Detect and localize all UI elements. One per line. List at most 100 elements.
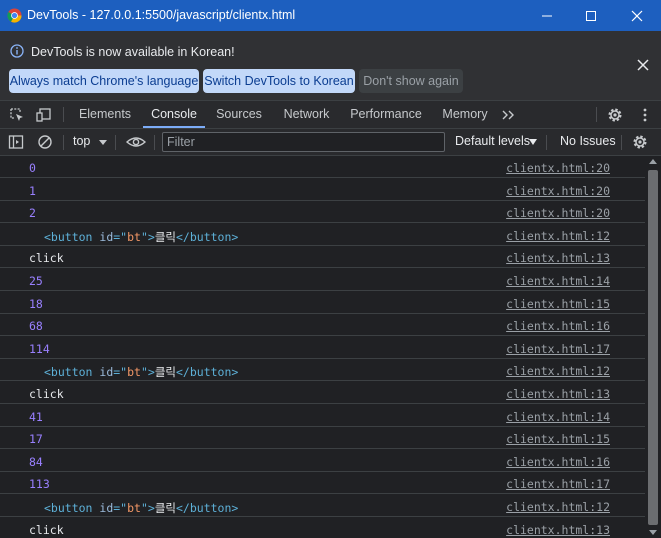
element-val: bt <box>127 501 141 515</box>
close-icon <box>631 10 643 22</box>
dont-show-again-button[interactable]: Don't show again <box>359 69 463 93</box>
source-link[interactable]: clientx.html:14 <box>506 410 610 424</box>
source-link[interactable]: clientx.html:14 <box>506 274 610 288</box>
element-eq: =" <box>113 365 128 379</box>
window-title: DevTools - 127.0.0.1:5500/javascript/cli… <box>27 8 296 22</box>
console-message: click clientx.html:13 <box>0 246 645 268</box>
settings-icon[interactable] <box>632 134 648 150</box>
always-match-language-button[interactable]: Always match Chrome's language <box>9 69 199 93</box>
source-link[interactable]: clientx.html:17 <box>506 477 610 491</box>
console-message-text: 84 <box>29 455 43 469</box>
console-message-text: 0 <box>29 161 36 175</box>
element-val: bt <box>127 365 141 379</box>
console-message-text: 68 <box>29 319 43 333</box>
toolbar-divider <box>154 135 155 150</box>
close-icon[interactable] <box>636 58 650 72</box>
chrome-logo-icon <box>7 8 22 23</box>
sidebar-toggle-icon[interactable] <box>8 134 24 150</box>
source-link[interactable]: clientx.html:20 <box>506 161 610 175</box>
element-tag-open: <button <box>44 501 100 515</box>
source-link[interactable]: clientx.html:13 <box>506 523 610 537</box>
console-message: 114 clientx.html:17 <box>0 337 645 359</box>
more-tabs-icon[interactable] <box>500 107 516 123</box>
source-link[interactable]: clientx.html:20 <box>506 206 610 220</box>
toolbar-divider <box>115 135 116 150</box>
source-link[interactable]: clientx.html:13 <box>506 251 610 265</box>
console-message: click clientx.html:13 <box>0 518 645 538</box>
tab-performance[interactable]: Performance <box>344 101 428 128</box>
source-link[interactable]: clientx.html:15 <box>506 297 610 311</box>
inspect-element-icon[interactable] <box>9 107 25 123</box>
element-reference[interactable]: <button id="bt">클릭</button> <box>44 229 238 245</box>
tab-sources[interactable]: Sources <box>210 101 268 128</box>
console-toolbar: top Default levels No Issues <box>0 129 661 156</box>
window-title-bar[interactable]: DevTools - 127.0.0.1:5500/javascript/cli… <box>0 0 661 31</box>
source-link[interactable]: clientx.html:17 <box>506 342 610 356</box>
source-link[interactable]: clientx.html:12 <box>506 229 610 243</box>
clear-console-icon[interactable] <box>37 134 53 150</box>
tab-elements[interactable]: Elements <box>72 101 138 128</box>
scroll-down-icon[interactable] <box>649 530 657 535</box>
device-toolbar-icon[interactable] <box>36 107 52 123</box>
source-link[interactable]: clientx.html:16 <box>506 319 610 333</box>
console-message-text: 41 <box>29 410 43 424</box>
element-attr: id <box>99 230 114 244</box>
log-levels-dropdown[interactable]: Default levels <box>455 134 530 148</box>
chevron-down-icon[interactable] <box>99 140 107 145</box>
console-message: click clientx.html:13 <box>0 382 645 404</box>
element-eq: =" <box>113 230 128 244</box>
source-link[interactable]: clientx.html:12 <box>506 364 610 378</box>
filter-input[interactable] <box>162 132 445 152</box>
element-eq: =" <box>113 501 128 515</box>
source-link[interactable]: clientx.html:13 <box>506 387 610 401</box>
console-log[interactable]: 0 clientx.html:20 1 clientx.html:20 2 clientx… <box>0 156 645 538</box>
issues-counter[interactable]: No Issues <box>560 134 616 148</box>
element-val: bt <box>127 230 141 244</box>
minimize-button[interactable] <box>524 0 570 31</box>
console-message: <button id="bt">클릭</button> clientx.html:… <box>0 224 645 246</box>
eye-icon[interactable] <box>126 134 146 150</box>
source-link[interactable]: clientx.html:20 <box>506 184 610 198</box>
tab-memory[interactable]: Memory <box>436 101 494 128</box>
element-tag-close: </button> <box>176 501 239 515</box>
console-message-text: 17 <box>29 432 43 446</box>
console-message: 0 clientx.html:20 <box>0 156 645 178</box>
console-message: 113 clientx.html:17 <box>0 472 645 494</box>
source-link[interactable]: clientx.html:16 <box>506 455 610 469</box>
console-message: 68 clientx.html:16 <box>0 314 645 336</box>
console-message-text: 114 <box>29 342 50 356</box>
chevron-down-icon[interactable] <box>529 139 537 145</box>
element-reference[interactable]: <button id="bt">클릭</button> <box>44 500 238 516</box>
console-message: <button id="bt">클릭</button> clientx.html:… <box>0 495 645 517</box>
tab-console[interactable]: Console <box>143 101 205 128</box>
language-infobar: DevTools is now available in Korean! Alw… <box>0 31 661 101</box>
console-message: 84 clientx.html:16 <box>0 450 645 472</box>
toolbar-divider <box>63 135 64 150</box>
element-tag-open: <button <box>44 230 100 244</box>
scroll-thumb[interactable] <box>648 170 658 525</box>
minimize-icon <box>542 15 552 17</box>
element-close: "> <box>140 501 155 515</box>
close-window-button[interactable] <box>614 0 660 31</box>
maximize-icon <box>586 11 596 21</box>
element-tag-close: </button> <box>176 230 239 244</box>
console-message: 17 clientx.html:15 <box>0 427 645 449</box>
more-options-icon[interactable] <box>637 107 653 123</box>
source-link[interactable]: clientx.html:12 <box>506 500 610 514</box>
context-selector[interactable]: top <box>73 134 90 148</box>
switch-to-korean-button[interactable]: Switch DevTools to Korean <box>203 69 355 93</box>
console-message: 1 clientx.html:20 <box>0 179 645 201</box>
console-message-text: 2 <box>29 206 36 220</box>
source-link[interactable]: clientx.html:15 <box>506 432 610 446</box>
toolbar-divider <box>63 107 64 122</box>
element-text: 클릭 <box>154 501 176 515</box>
tab-network[interactable]: Network <box>275 101 338 128</box>
settings-icon[interactable] <box>607 107 623 123</box>
toolbar-divider <box>621 135 622 150</box>
element-reference[interactable]: <button id="bt">클릭</button> <box>44 364 238 380</box>
console-scrollbar[interactable] <box>645 156 661 538</box>
console-message-text: click <box>29 387 64 401</box>
scroll-up-icon[interactable] <box>649 159 657 164</box>
maximize-button[interactable] <box>568 0 614 31</box>
console-message-text: 113 <box>29 477 50 491</box>
